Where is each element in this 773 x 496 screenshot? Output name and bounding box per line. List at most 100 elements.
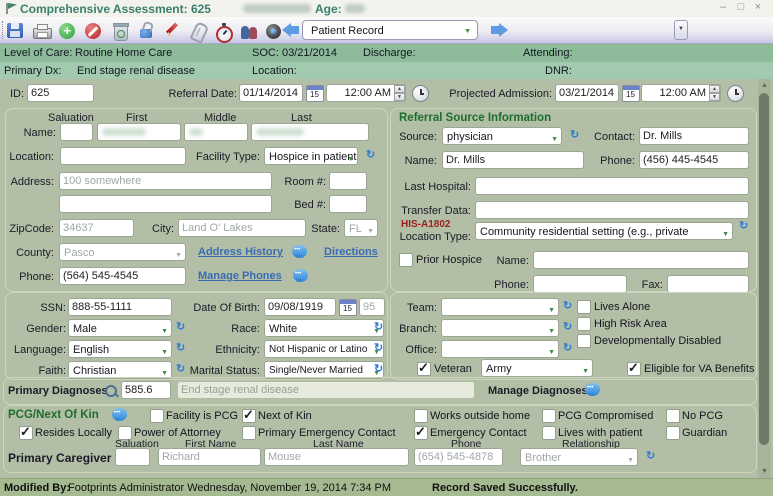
referral-phone-input[interactable] [639,151,749,169]
patient-phone-input[interactable] [59,267,186,285]
prior-name-input[interactable] [533,251,749,269]
location-type-refresh-icon[interactable] [739,219,751,231]
toolbar-overflow-button[interactable] [674,20,688,40]
county-select[interactable]: Pasco [59,243,186,261]
branch-refresh-icon[interactable] [563,320,575,332]
lives-with-patient-checkbox[interactable] [542,426,556,440]
office-select[interactable] [441,340,559,358]
facility-type-select[interactable]: Hospice in patient [264,147,358,165]
minimize-button[interactable] [716,2,730,14]
attach-button[interactable] [186,19,210,42]
manage-diagnoses-bubble-icon[interactable] [585,383,600,396]
scrollbar-thumb[interactable] [759,93,769,445]
projected-admission-clock-icon[interactable] [727,85,744,102]
room-input[interactable] [329,172,367,190]
guardian-checkbox[interactable] [666,426,680,440]
branch-select[interactable] [441,319,559,337]
next-of-kin-checkbox[interactable] [242,409,256,423]
city-input[interactable] [178,219,306,237]
diagnosis-code-input[interactable] [121,381,171,399]
referral-date-calendar-icon[interactable] [306,85,324,102]
prior-hospice-checkbox[interactable] [399,253,413,267]
record-type-select[interactable]: Patient Record [302,20,478,40]
race-refresh-icon[interactable] [374,320,386,332]
pcg-bubble-icon[interactable] [112,408,127,421]
dob-calendar-icon[interactable] [339,299,357,316]
address1-input[interactable] [59,172,272,190]
caregiver-relationship-refresh-icon[interactable] [646,449,658,461]
va-benefits-checkbox[interactable] [627,362,641,376]
source-select[interactable]: physician [442,127,562,145]
scroll-down-icon[interactable]: ▼ [761,468,768,475]
fax-input[interactable] [667,275,749,293]
dev-disabled-checkbox[interactable] [577,334,591,348]
caregiver-phone-input[interactable] [414,448,503,466]
patient-location-input[interactable] [60,147,186,165]
caregiver-last-input[interactable] [264,448,409,466]
maximize-button[interactable] [734,2,748,14]
team-refresh-icon[interactable] [563,299,575,311]
vertical-scrollbar[interactable]: ▲ ▼ [758,79,771,478]
referral-time-clock-icon[interactable] [412,85,429,102]
diagnosis-search-icon[interactable] [105,385,117,397]
prior-phone-input[interactable] [533,275,627,293]
timer-button[interactable] [212,19,236,42]
referral-date-input[interactable] [239,84,303,102]
projected-admission-time-spinner[interactable] [709,85,720,101]
no-pcg-checkbox[interactable] [666,409,680,423]
last-hospital-input[interactable] [475,177,749,195]
manage-phones-link[interactable]: Manage Phones [198,270,282,282]
age-input[interactable] [359,298,385,316]
delete-button[interactable] [108,19,132,42]
contact-input[interactable] [639,127,749,145]
caregiver-relationship-select[interactable]: Brother [520,448,638,466]
lock-button[interactable] [134,19,158,42]
ethnicity-select[interactable]: Not Hispanic or Latino [264,340,384,358]
address2-input[interactable] [59,195,272,213]
edit-button[interactable] [160,19,184,42]
transfer-data-input[interactable] [475,201,749,219]
emergency-contact-checkbox[interactable] [414,426,428,440]
marital-refresh-icon[interactable] [374,362,386,374]
facility-type-refresh-icon[interactable] [366,148,378,160]
pcg-compromised-checkbox[interactable] [542,409,556,423]
gender-select[interactable]: Male [68,319,172,337]
primary-emergency-contact-checkbox[interactable] [242,426,256,440]
patients-button[interactable] [238,19,262,42]
manage-phones-bubble-icon[interactable] [293,269,308,282]
works-outside-home-checkbox[interactable] [414,409,428,423]
close-button[interactable] [751,2,765,14]
directions-link[interactable]: Directions [324,246,378,258]
referral-time-spinner[interactable] [394,85,405,101]
state-select[interactable]: FL [344,219,378,237]
dob-input[interactable] [264,298,336,316]
referral-name-input[interactable] [442,151,584,169]
service-branch-select[interactable]: Army [481,359,593,377]
caregiver-salutation-input[interactable] [115,448,150,466]
forward-button[interactable] [486,21,510,44]
location-type-select[interactable]: Community residential setting (e.g., pri… [475,222,733,240]
team-select[interactable] [441,298,559,316]
resides-locally-checkbox[interactable] [19,426,33,440]
manage-diagnoses-label[interactable]: Manage Diagnoses [488,385,588,397]
source-refresh-icon[interactable] [570,128,582,140]
race-select[interactable]: White [264,319,384,337]
projected-admission-calendar-icon[interactable] [622,85,640,102]
ssn-input[interactable] [68,298,172,316]
save-button[interactable] [4,19,28,42]
diagnosis-description-input[interactable] [177,381,475,399]
scroll-up-icon[interactable]: ▲ [761,82,768,89]
ethnicity-refresh-icon[interactable] [374,341,386,353]
high-risk-checkbox[interactable] [577,317,591,331]
language-select[interactable]: English [68,340,172,358]
facility-is-pcg-checkbox[interactable] [150,409,164,423]
cancel-button[interactable] [82,19,106,42]
lives-alone-checkbox[interactable] [577,300,591,314]
office-refresh-icon[interactable] [563,341,575,353]
caregiver-first-input[interactable] [158,448,261,466]
zip-input[interactable] [59,219,134,237]
address-history-bubble-icon[interactable] [292,245,307,258]
salutation-input[interactable] [60,123,93,141]
bed-input[interactable] [329,195,367,213]
address-history-link[interactable]: Address History [198,246,283,258]
